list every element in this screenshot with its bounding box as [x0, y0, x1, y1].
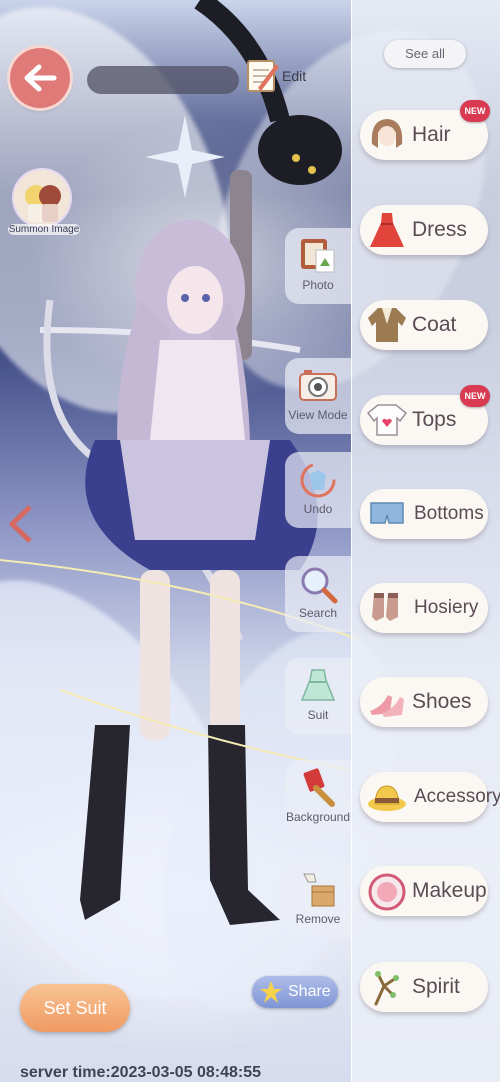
spirit-icon	[366, 966, 408, 1008]
category-hair[interactable]: Hair NEW	[360, 100, 490, 160]
server-time: server time:2023-03-05 08:48:55	[20, 1064, 262, 1081]
suit-icon	[297, 666, 339, 706]
back-button[interactable]	[10, 48, 70, 108]
undo-icon	[297, 460, 339, 500]
share-button[interactable]: Share	[252, 976, 338, 1008]
category-coat[interactable]: Coat	[360, 300, 488, 350]
category-spirit[interactable]: Spirit	[360, 962, 488, 1012]
edit-label: Edit	[282, 68, 307, 84]
shoes-icon	[366, 681, 408, 723]
suit-name-field[interactable]	[87, 66, 239, 94]
category-label: Coat	[412, 313, 457, 336]
hair-icon	[366, 114, 408, 156]
tool-search[interactable]: Search	[285, 556, 351, 632]
summon-label: Summon Image	[8, 224, 80, 235]
category-label: Dress	[412, 218, 467, 241]
category-makeup[interactable]: Makeup	[360, 866, 488, 916]
hosiery-icon	[366, 587, 408, 629]
category-accessory[interactable]: Accessory	[360, 772, 500, 822]
category-label: Hair	[412, 123, 451, 146]
category-label: Bottoms	[414, 503, 484, 524]
tool-label: View Mode	[288, 408, 348, 422]
tool-background[interactable]: Background	[285, 760, 351, 836]
tool-label: Undo	[303, 502, 333, 516]
category-tops[interactable]: Tops NEW	[360, 385, 490, 445]
accessory-icon	[366, 776, 408, 818]
remove-icon	[297, 870, 339, 910]
makeup-icon	[366, 870, 408, 912]
category-panel	[351, 0, 500, 1082]
tops-icon	[366, 399, 408, 441]
paint-brush-icon	[297, 768, 339, 808]
photo-icon	[297, 236, 339, 276]
new-badge: NEW	[460, 385, 490, 407]
category-shoes[interactable]: Shoes	[360, 677, 488, 727]
category-label: Tops	[412, 408, 457, 431]
tool-label: Remove	[295, 912, 341, 926]
category-dress[interactable]: Dress	[360, 205, 488, 255]
tool-view-mode[interactable]: View Mode	[285, 358, 351, 434]
set-suit-button[interactable]: Set Suit	[20, 984, 130, 1032]
previous-arrow-icon[interactable]	[8, 505, 34, 548]
tool-label: Background	[285, 810, 351, 824]
summon-avatar	[14, 170, 70, 226]
share-label: Share	[288, 983, 331, 1000]
category-label: Accessory	[414, 786, 500, 807]
coat-icon	[366, 304, 408, 346]
tool-undo[interactable]: Undo	[285, 452, 351, 528]
category-label: Shoes	[412, 690, 472, 713]
summon-image-button[interactable]: Summon Image	[8, 170, 80, 240]
tool-label: Search	[298, 606, 338, 620]
dress-icon	[366, 209, 408, 251]
tool-suit[interactable]: Suit	[285, 658, 351, 734]
category-bottoms[interactable]: Bottoms	[360, 489, 488, 539]
category-label: Spirit	[412, 975, 460, 998]
tool-remove[interactable]: Remove	[285, 862, 351, 938]
see-all-button[interactable]: See all	[384, 40, 466, 68]
arrow-left-icon	[24, 64, 57, 92]
tool-label: Photo	[302, 278, 334, 292]
category-hosiery[interactable]: Hosiery	[360, 583, 488, 633]
tool-label: Suit	[307, 708, 329, 722]
category-label: Hosiery	[414, 597, 479, 618]
tool-photo[interactable]: Photo	[285, 228, 351, 304]
star-icon	[260, 981, 282, 1003]
bottoms-icon	[366, 493, 408, 535]
notepad-pencil-icon	[247, 60, 279, 92]
new-badge: NEW	[460, 100, 490, 122]
camera-icon	[297, 366, 339, 406]
search-icon	[297, 564, 339, 604]
category-label: Makeup	[412, 879, 487, 902]
edit-button[interactable]: Edit	[244, 58, 324, 92]
